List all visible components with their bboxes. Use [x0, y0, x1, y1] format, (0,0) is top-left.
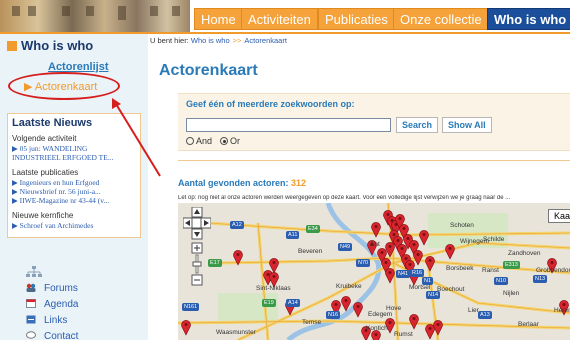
pan-zoom-icon — [183, 207, 211, 286]
map-place-label: Mortsel — [409, 284, 431, 291]
road-shield: N49 — [338, 243, 353, 251]
road-shield: N13 — [533, 275, 548, 283]
map-place-label: Rumst — [394, 331, 413, 338]
breadcrumb-link[interactable]: Actorenkaart — [244, 36, 287, 45]
results-count: Aantal gevonden actoren: 312 — [178, 178, 306, 188]
road-shield: A13 — [478, 311, 492, 319]
map-pin[interactable] — [425, 256, 435, 272]
map-place-label: Temse — [302, 319, 322, 326]
radio-and-label: And — [196, 136, 213, 146]
map-place-label: Lier — [468, 307, 479, 314]
road-shield: E34 — [306, 225, 320, 233]
map-pin[interactable] — [433, 320, 443, 336]
road-shield: A14 — [286, 299, 300, 307]
road-shield: E19 — [262, 299, 276, 307]
map-pin[interactable] — [409, 314, 419, 330]
map-place-label: Schoten — [450, 222, 474, 229]
green-area — [218, 293, 278, 323]
map-place-label: Schilde — [483, 236, 505, 243]
road-shield: N10 — [494, 277, 509, 285]
road-shield: A12 — [230, 221, 244, 229]
results-count-label: Aantal gevonden actoren: — [178, 178, 289, 188]
road-shield: N161 — [182, 303, 200, 311]
map-place-label: Borsbeek — [446, 265, 474, 272]
map-type-button[interactable]: Kaa — [547, 209, 570, 223]
road-shield: R16 — [410, 269, 425, 277]
road-shield: E313 — [503, 261, 520, 269]
map-pin[interactable] — [419, 230, 429, 246]
radio-or-circle — [220, 137, 228, 145]
map-pin[interactable] — [445, 244, 455, 260]
map-place-label: Beveren — [298, 248, 323, 255]
map-place-label: Berlaar — [518, 321, 539, 328]
map-place-label: Herenthals — [554, 307, 570, 314]
page-title: Actorenkaart — [159, 62, 258, 79]
map-pin[interactable] — [425, 324, 435, 340]
map-place-label: Edegem — [368, 311, 393, 318]
results-note: Let op: nog niet al onze actoren werden … — [178, 195, 511, 201]
radio-or-label: Or — [230, 136, 240, 146]
section-divider — [178, 160, 570, 161]
map-pin[interactable] — [353, 302, 363, 318]
results-count-value: 312 — [291, 178, 307, 188]
map-place-label: Kruibeke — [336, 283, 362, 290]
road-shield: A11 — [286, 231, 300, 239]
road-shield: N16 — [326, 311, 341, 319]
road-shield: E17 — [208, 259, 222, 267]
map-pin[interactable] — [181, 320, 191, 336]
map-place-label: Zandhoven — [508, 250, 541, 257]
map-place-label: Kontich — [366, 325, 388, 332]
breadcrumb: U bent hier: Who is who >> Actorenkaart — [150, 36, 287, 45]
show-all-button[interactable]: Show All — [442, 117, 492, 133]
map-place-label: Ant — [370, 241, 380, 248]
road-shield: N70 — [356, 259, 371, 267]
breadcrumb-link[interactable]: Who is who — [191, 36, 230, 45]
page: Home Activiteiten Publicaties Onze colle… — [0, 0, 570, 340]
map-place-label: Nijlen — [503, 290, 520, 297]
search-input[interactable] — [186, 118, 391, 132]
radio-or[interactable]: Or — [220, 136, 240, 146]
radio-and-circle — [186, 137, 194, 145]
map-pin[interactable] — [413, 250, 423, 266]
map-place-label: Boechout — [437, 286, 465, 293]
radio-and[interactable]: And — [186, 136, 212, 146]
search-label: Geef één of meerdere zoekwoorden op: — [186, 99, 355, 109]
map-pan-zoom-control[interactable] — [183, 207, 211, 287]
map-place-label: Sint-Niklaas — [256, 285, 291, 292]
map-pin[interactable] — [269, 258, 279, 274]
map-place-label: Ranst — [482, 267, 499, 274]
map-place-label: Grobbendonk — [536, 267, 570, 274]
search-panel: Geef één of meerdere zoekwoorden op: Sea… — [178, 93, 570, 151]
search-button[interactable]: Search — [396, 117, 439, 133]
road-shield: N41 — [396, 270, 411, 278]
actor-map[interactable]: Kaa A12 A11 E34 N49 N70 E17 E19 A14 N16 N41 N10 N13… — [178, 203, 570, 340]
breadcrumb-separator: >> — [232, 36, 242, 45]
map-place-label: Waasmunster — [216, 329, 256, 336]
breadcrumb-prefix: U bent hier: — [150, 36, 189, 45]
